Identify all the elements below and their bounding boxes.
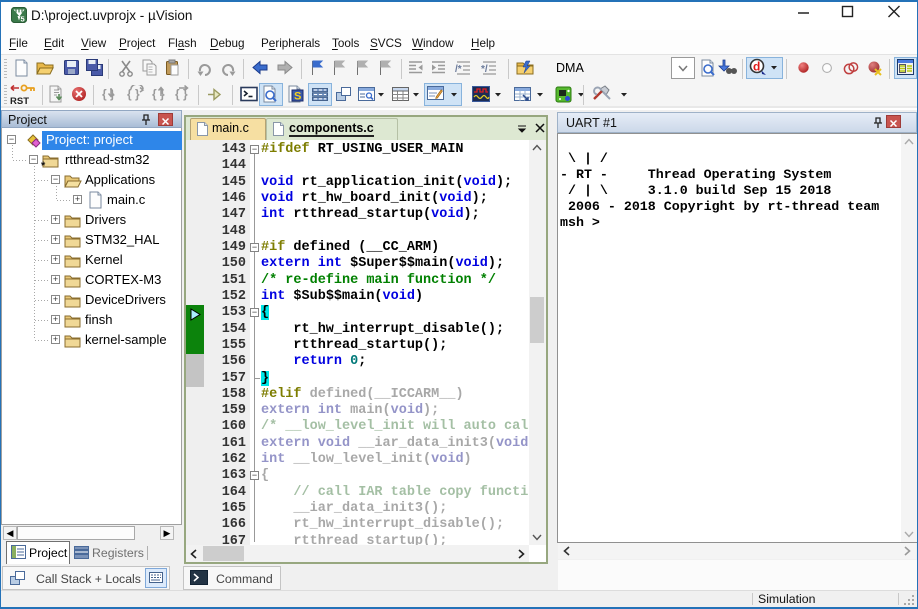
svg-text:*/: */	[481, 64, 488, 75]
svg-text:{ }: { }	[127, 87, 140, 101]
svg-text:*: *	[41, 160, 46, 169]
svg-text:S: S	[294, 91, 301, 103]
svg-text:5: 5	[21, 15, 25, 24]
svg-text:/*: /*	[455, 64, 462, 75]
svg-text:d: d	[753, 60, 760, 74]
svg-text:RST: RST	[10, 96, 29, 106]
